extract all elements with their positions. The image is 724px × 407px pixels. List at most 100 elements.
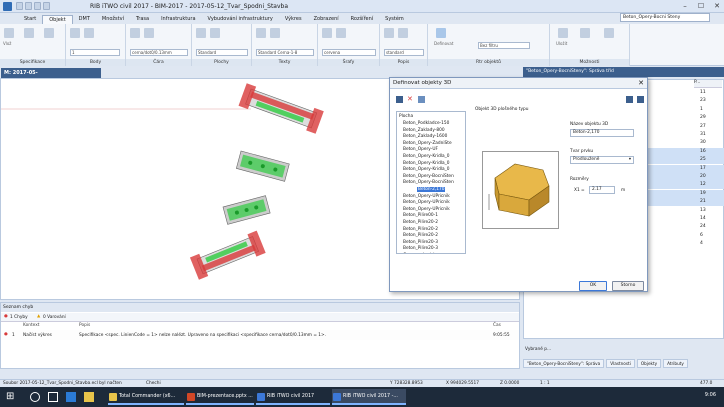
- tree-item[interactable]: Beton_Opery-UF: [403, 147, 438, 152]
- shape-select[interactable]: Prodlouženě ▾: [570, 156, 634, 164]
- tree-item[interactable]: Beton_Pilire20-2: [403, 233, 438, 238]
- taskbar-powerpoint[interactable]: BIM-prezentace.pptx ...: [186, 389, 254, 405]
- filter-field[interactable]: Bez filtru: [478, 42, 530, 49]
- tree-item[interactable]: Beton_Pilire20-2: [403, 220, 438, 225]
- class-row-value[interactable]: 13: [700, 208, 706, 213]
- class-row-value[interactable]: 23: [700, 98, 706, 103]
- tab-warnings[interactable]: 0 Varování: [43, 315, 66, 320]
- open-icon[interactable]: [25, 2, 32, 10]
- insert-icon[interactable]: [4, 28, 14, 38]
- tree-item[interactable]: Beton_Opery-UPricnik: [403, 200, 450, 205]
- ok-button[interactable]: OK: [579, 281, 607, 291]
- class-row-value[interactable]: 17: [700, 166, 706, 171]
- close-icon[interactable]: ✕: [638, 79, 644, 87]
- class-row-value[interactable]: 6: [700, 233, 703, 238]
- task-view-icon[interactable]: [48, 392, 58, 402]
- bottom-tab-0[interactable]: "Beton_Opery-BocniSteny": Správa: [523, 358, 605, 368]
- edge-icon[interactable]: [66, 392, 76, 402]
- new-icon[interactable]: [396, 96, 403, 103]
- error-row[interactable]: ● 1 Načíst výkres Specifikace <spec. Lin…: [1, 330, 519, 340]
- save-icon[interactable]: [16, 2, 23, 10]
- explorer-icon[interactable]: [84, 392, 94, 402]
- redo-icon[interactable]: [43, 2, 50, 10]
- close-icon[interactable]: ✕: [712, 1, 722, 11]
- redisplay-icon[interactable]: [604, 28, 614, 38]
- hatch-color-field[interactable]: cervena: [322, 49, 376, 56]
- tree-item[interactable]: Beton_Opery-BocniSten: [403, 174, 454, 179]
- app-icon[interactable]: [3, 2, 12, 11]
- class-row-value[interactable]: 12: [700, 182, 706, 187]
- class-row-value[interactable]: 20: [700, 174, 706, 179]
- bottom-tab-3[interactable]: Atributy: [663, 358, 688, 368]
- tree-item[interactable]: Beton_Opery-ZadniSte: [403, 141, 452, 146]
- line-style-field[interactable]: cerna/dot0/0.13mm: [130, 49, 188, 56]
- line-icon[interactable]: [130, 28, 140, 38]
- text-style-field[interactable]: Standard Cerna-1-8: [256, 49, 314, 56]
- label-style-field[interactable]: standard: [384, 49, 424, 56]
- tree-item[interactable]: Beton_Zaklady-1600: [403, 134, 447, 139]
- tree-item[interactable]: Beton_Pilire20-2: [403, 227, 438, 232]
- pick-icon[interactable]: [637, 96, 644, 103]
- text-edit-icon[interactable]: [270, 28, 280, 38]
- name-input[interactable]: Beton-2,170: [570, 129, 634, 137]
- class-row-value[interactable]: 25: [700, 157, 706, 162]
- tree-item-selected[interactable]: Beton-2,170: [417, 187, 446, 192]
- bottom-tab-1[interactable]: Vlastnosti: [606, 358, 635, 368]
- tree-item[interactable]: Gumove-Lozisko: [403, 253, 438, 254]
- body-field[interactable]: 1: [70, 49, 120, 56]
- class-row-value[interactable]: 27: [700, 124, 706, 129]
- line-edit-icon[interactable]: [144, 28, 154, 38]
- taskbar-rib-2[interactable]: RIB iTWO civil 2017 -...: [332, 389, 406, 405]
- point-icon[interactable]: [70, 28, 80, 38]
- class-row-value[interactable]: 16: [700, 149, 706, 154]
- area-edit-icon[interactable]: [210, 28, 220, 38]
- delete-icon[interactable]: ✕: [407, 96, 414, 103]
- undo-icon[interactable]: [34, 2, 41, 10]
- hatch-edit-icon[interactable]: [336, 28, 346, 38]
- class-row-value[interactable]: 1: [700, 107, 703, 112]
- tree-item[interactable]: Beton_Pilire20-3: [403, 246, 438, 251]
- tree-item[interactable]: Beton_Pilire20-3: [403, 240, 438, 245]
- class-row-value[interactable]: 4: [700, 241, 703, 246]
- view-selector[interactable]: Beton_Opery-Bocni Steny: [620, 13, 710, 22]
- taskbar-total-commander[interactable]: Total Commander (x6...: [108, 389, 184, 405]
- spec-icon[interactable]: [44, 28, 54, 38]
- windows-start-icon[interactable]: ⊞: [6, 391, 18, 403]
- tree-item[interactable]: Beton_Opery-BocniSten: [403, 180, 454, 185]
- class-row-value[interactable]: 11: [700, 90, 706, 95]
- class-row-value[interactable]: 21: [700, 199, 706, 204]
- tree-item[interactable]: Beton_Opery-UPricnik: [403, 207, 450, 212]
- tree-item[interactable]: Beton_Opery-UPricnik: [403, 194, 450, 199]
- area-style-field[interactable]: Standard: [196, 49, 248, 56]
- label-edit-icon[interactable]: [398, 28, 408, 38]
- bottom-tab-2[interactable]: Objekty: [636, 358, 662, 368]
- x1-input[interactable]: 2.17: [589, 186, 615, 194]
- class-row-value[interactable]: 24: [700, 224, 706, 229]
- class-row-value[interactable]: 19: [700, 191, 706, 196]
- text-icon[interactable]: [256, 28, 266, 38]
- tree-item[interactable]: Beton_Pilire00-1: [403, 213, 438, 218]
- define-3d-icon[interactable]: [436, 28, 446, 38]
- area-icon[interactable]: [196, 28, 206, 38]
- tree-item[interactable]: Beton_Opery-Kridla_0: [403, 161, 450, 166]
- cancel-button[interactable]: Storno: [612, 281, 644, 291]
- hatch-icon[interactable]: [322, 28, 332, 38]
- class-row-value[interactable]: 31: [700, 132, 706, 137]
- tab-errors[interactable]: 1 Chyby: [10, 315, 28, 320]
- tab-view[interactable]: M: 2017-05-12_Tvar_Spodni_Stavba: [1, 68, 101, 86]
- copy-icon[interactable]: [24, 28, 34, 38]
- default-settings-icon[interactable]: [580, 28, 590, 38]
- tree-root[interactable]: Plocha: [399, 114, 413, 119]
- maximize-icon[interactable]: ☐: [696, 1, 706, 11]
- class-row-value[interactable]: 14: [700, 216, 706, 221]
- label-icon[interactable]: [384, 28, 394, 38]
- search-icon[interactable]: [30, 392, 40, 402]
- taskbar-rib-1[interactable]: RIB iTWO civil 2017: [256, 389, 330, 405]
- edit-icon[interactable]: [626, 96, 633, 103]
- tree-item[interactable]: Beton_Opery-Kridla_0: [403, 167, 450, 172]
- class-row-value[interactable]: 29: [700, 115, 706, 120]
- tree-item[interactable]: Beton_Zaklady-800: [403, 128, 445, 133]
- minimize-icon[interactable]: –: [680, 1, 690, 11]
- tree-item[interactable]: Beton_Podkladce-150: [403, 121, 449, 126]
- class-row-value[interactable]: 30: [700, 140, 706, 145]
